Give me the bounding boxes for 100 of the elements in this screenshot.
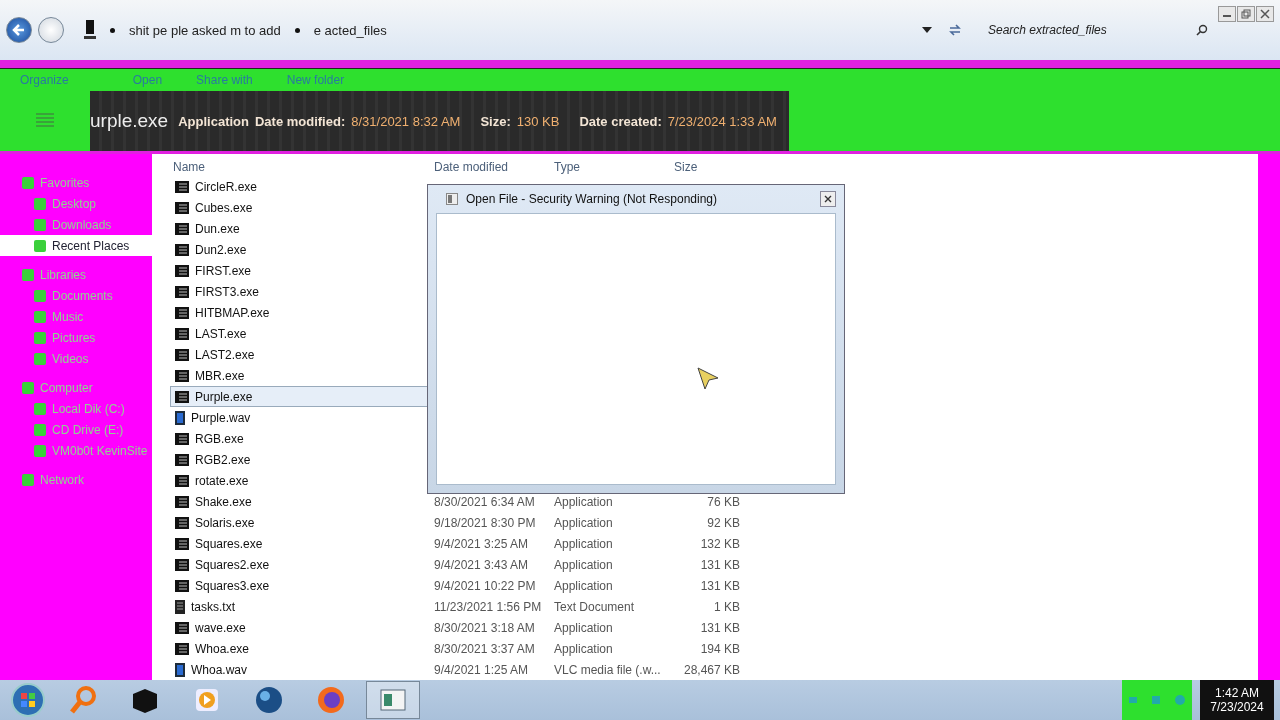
date-cell: 9/18/2021 8:30 PM: [434, 515, 536, 530]
application-icon: [175, 474, 189, 487]
application-icon: [175, 537, 189, 550]
application-icon: [175, 327, 189, 340]
file-name-cell[interactable]: FIRST.exe: [170, 260, 430, 281]
date-cell: 9/4/2021 10:22 PM: [434, 578, 536, 593]
column-header[interactable]: Size: [674, 160, 698, 174]
minimize-button[interactable]: [1218, 6, 1236, 22]
file-name-cell[interactable]: RGB2.exe: [170, 449, 430, 470]
file-name-cell[interactable]: FIRST3.exe: [170, 281, 430, 302]
size-cell: 76 KB: [707, 494, 740, 509]
file-name-cell[interactable]: Purple.wav: [170, 407, 430, 428]
computer-icon: [84, 20, 96, 40]
file-name-cell[interactable]: Cubes.exe: [170, 197, 430, 218]
folder-icon: [22, 176, 34, 189]
close-icon: [1260, 9, 1270, 19]
cursor-icon: [697, 367, 719, 391]
detail-value: 8/31/2021 8:32 AM: [351, 113, 461, 129]
file-name-cell[interactable]: rotate.exe: [170, 470, 430, 491]
breadcrumb[interactable]: e acted_files: [313, 22, 387, 38]
start-button[interactable]: [8, 680, 48, 720]
type-cell: Application: [554, 620, 613, 635]
folder-icon: [34, 402, 46, 415]
folder-icon: [34, 444, 46, 457]
application-icon: [175, 243, 189, 256]
restore-button[interactable]: [1237, 6, 1255, 22]
close-icon: [824, 195, 832, 203]
type-cell: Application: [554, 641, 613, 656]
folder-icon: [34, 218, 46, 231]
document-icon: [175, 599, 185, 614]
file-name-cell[interactable]: Whoa.exe: [170, 638, 430, 659]
clock-date: 7/23/2024: [1210, 700, 1264, 714]
breadcrumb[interactable]: shit pe ple asked m to add: [129, 22, 281, 38]
search-icon: [1196, 24, 1208, 36]
folder-icon: [34, 239, 46, 252]
application-icon: [175, 579, 189, 592]
file-name-cell[interactable]: MBR.exe: [170, 365, 430, 386]
column-header[interactable]: Name: [173, 160, 205, 174]
application-icon: [175, 453, 189, 466]
file-name-cell[interactable]: Purple.exe: [170, 386, 430, 407]
forward-button[interactable]: [38, 17, 64, 43]
magnifier-icon: [68, 685, 98, 715]
date-cell: 11/23/2021 1:56 PM: [434, 599, 542, 614]
size-cell: 92 KB: [707, 515, 740, 530]
search-field[interactable]: Search extracted_files: [986, 22, 1196, 38]
type-cell: Text Document: [554, 599, 635, 614]
file-name-cell[interactable]: RGB.exe: [170, 428, 430, 449]
application-icon: [175, 642, 189, 655]
file-name-cell[interactable]: Dun2.exe: [170, 239, 430, 260]
size-cell: 131 KB: [700, 620, 740, 635]
file-name-cell[interactable]: Squares2.exe: [170, 554, 430, 575]
breadcrumb-separator-icon: [110, 27, 115, 33]
file-name-cell[interactable]: Whoa.wav: [170, 659, 430, 680]
application-icon: [175, 390, 189, 403]
dropdown-icon[interactable]: [922, 27, 932, 33]
file-name-cell[interactable]: Squares3.exe: [170, 575, 430, 596]
detail-value: 130 KB: [516, 113, 560, 129]
window-icon: [446, 193, 458, 205]
file-name-cell[interactable]: LAST.exe: [170, 323, 430, 344]
type-cell: Application: [554, 536, 613, 551]
close-button[interactable]: [820, 191, 836, 207]
file-name-cell[interactable]: CircleR.exe: [170, 176, 430, 197]
file-name-cell[interactable]: Shake.exe: [170, 491, 430, 512]
type-cell: Application: [554, 515, 613, 530]
back-button[interactable]: [6, 17, 32, 43]
file-name: urple.exe: [90, 110, 169, 132]
file-name-cell[interactable]: Solaris.exe: [170, 512, 430, 533]
application-icon: [175, 558, 189, 571]
clock[interactable]: 1:42 AM 7/23/2024: [1200, 680, 1274, 720]
globe-icon: [254, 685, 284, 715]
file-name-cell[interactable]: Squares.exe: [170, 533, 430, 554]
close-button[interactable]: [1256, 6, 1274, 22]
refresh-icon[interactable]: [948, 23, 962, 37]
size-cell: 194 KB: [700, 641, 740, 656]
application-icon: [175, 180, 189, 193]
sidebar-item[interactable]: Recent Places: [0, 235, 152, 256]
detail-label: Size:: [480, 113, 511, 129]
detail-value: 7/23/2024 1:33 AM: [667, 113, 777, 129]
file-name-cell[interactable]: wave.exe: [170, 617, 430, 638]
date-cell: 9/4/2021 1:25 AM: [434, 662, 529, 677]
application-icon: [175, 516, 189, 529]
size-cell: 28,467 KB: [683, 662, 740, 677]
column-header[interactable]: Type: [554, 160, 580, 174]
application-icon: [175, 222, 189, 235]
breadcrumb-separator-icon: [294, 27, 300, 33]
restore-icon: [1241, 9, 1251, 19]
application-icon: [175, 201, 189, 214]
file-name-cell[interactable]: Dun.exe: [170, 218, 430, 239]
file-name-cell[interactable]: LAST2.exe: [170, 344, 430, 365]
application-icon: [175, 285, 189, 298]
type-cell: Application: [554, 494, 613, 509]
file-name-cell[interactable]: HITBMAP.exe: [170, 302, 430, 323]
folder-icon: [34, 331, 46, 344]
size-cell: 131 KB: [700, 557, 740, 572]
date-cell: 8/30/2021 3:37 AM: [434, 641, 535, 656]
application-icon: [175, 369, 189, 382]
column-header[interactable]: Date modified: [434, 160, 509, 174]
size-cell: 132 KB: [700, 536, 740, 551]
file-name-cell[interactable]: tasks.txt: [170, 596, 430, 617]
folder-icon: [22, 268, 34, 281]
